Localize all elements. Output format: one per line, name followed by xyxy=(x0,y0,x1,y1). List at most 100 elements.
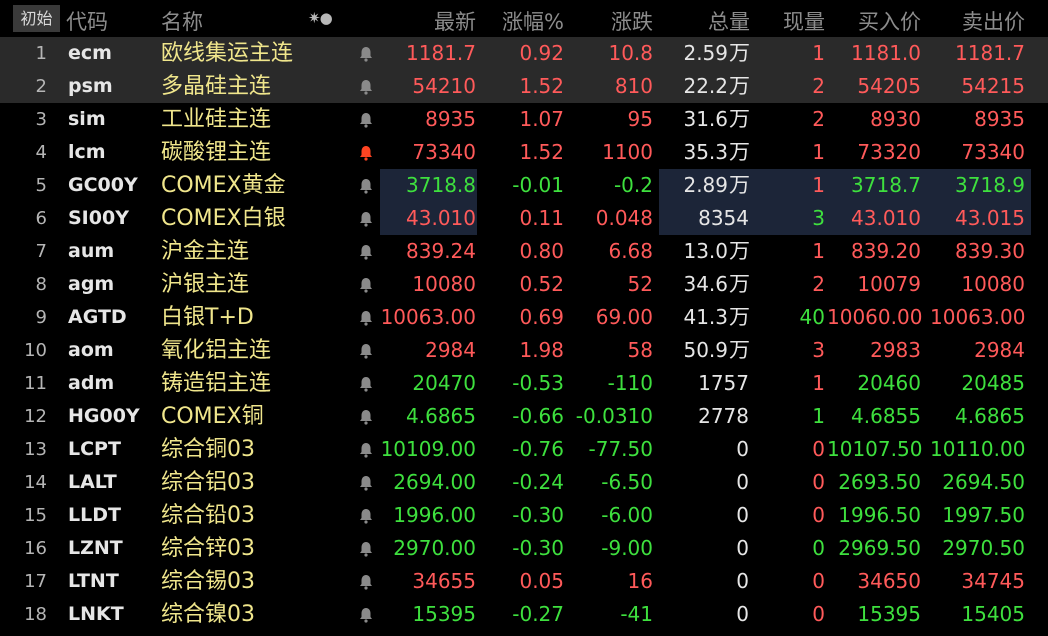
last-price: 8935 xyxy=(425,107,476,131)
ask-price: 73340 xyxy=(961,140,1025,164)
table-row[interactable]: 14 LALT 综合铝03 2694.00 -0.24 -6.50 0 0 2693.50 269… xyxy=(0,466,1048,499)
volume-value: 50.9 xyxy=(683,338,728,362)
current-volume: 1 xyxy=(812,41,825,65)
table-row[interactable]: 12 HG00Y COMEX铜 4.6865 -0.66 -0.0310 2778 1 4.68… xyxy=(0,400,1048,433)
total-volume: 13.0万 xyxy=(658,235,750,268)
change-amount: 58 xyxy=(627,338,653,362)
current-volume: 0 xyxy=(812,503,825,527)
table-row[interactable]: 18 LNKT 综合镍03 15395 -0.27 -41 0 0 15395 15405 xyxy=(0,598,1048,631)
table-row[interactable]: 17 LTNT 综合锡03 34655 0.05 16 0 0 34650 34745 xyxy=(0,565,1048,598)
alert-bell-icon[interactable] xyxy=(358,466,378,499)
init-button[interactable]: 初始 xyxy=(13,5,60,32)
col-header-cur[interactable]: 现量 xyxy=(755,6,825,36)
alert-bell-icon[interactable] xyxy=(358,268,378,301)
alert-bell-icon[interactable] xyxy=(358,565,378,598)
alert-bell-icon[interactable] xyxy=(358,136,378,169)
row-number: 5 xyxy=(35,175,47,196)
volume-value: 8354 xyxy=(698,206,749,230)
table-row[interactable]: 4 lcm 碳酸锂主连 73340 1.52 1100 35.3万 1 73320 73340 xyxy=(0,136,1048,169)
ask-price: 2984 xyxy=(974,338,1025,362)
table-row[interactable]: 6 SI00Y COMEX白银 43.010 0.11 0.048 8354 3 43.010 4… xyxy=(0,202,1048,235)
table-row[interactable]: 8 agm 沪银主连 10080 0.52 52 34.6万 2 10079 10080 xyxy=(0,268,1048,301)
table-row[interactable]: 11 adm 铸造铝主连 20470 -0.53 -110 1757 1 20460 20485 xyxy=(0,367,1048,400)
row-number: 2 xyxy=(35,76,47,97)
col-header-vol[interactable]: 总量 xyxy=(658,6,750,36)
last-price: 1996.00 xyxy=(393,503,476,527)
table-row[interactable]: 3 sim 工业硅主连 8935 1.07 95 31.6万 2 8930 8935 xyxy=(0,103,1048,136)
last-price: 34655 xyxy=(412,569,476,593)
alert-bell-icon[interactable] xyxy=(358,598,378,631)
alert-bell-icon[interactable] xyxy=(358,433,378,466)
volume-value: 0 xyxy=(736,602,749,626)
current-volume: 1 xyxy=(812,173,825,197)
alert-bell-icon[interactable] xyxy=(358,103,378,136)
change-amount: 10.8 xyxy=(608,41,653,65)
table-row[interactable]: 9 AGTD 白银T+D 10063.00 0.69 69.00 41.3万 40 10060.… xyxy=(0,301,1048,334)
alert-bell-icon[interactable] xyxy=(358,202,378,235)
contract-code: LZNT xyxy=(68,537,123,559)
change-amount: -0.0310 xyxy=(575,404,653,428)
volume-value: 2.59 xyxy=(683,41,728,65)
current-volume: 3 xyxy=(812,206,825,230)
col-header-code[interactable]: 代码 xyxy=(66,6,108,36)
last-price: 54210 xyxy=(412,74,476,98)
ask-price: 43.015 xyxy=(955,206,1025,230)
table-row[interactable]: 16 LZNT 综合锌03 2970.00 -0.30 -9.00 0 0 2969.50 297… xyxy=(0,532,1048,565)
change-percent: 0.80 xyxy=(519,239,564,263)
last-price: 2970.00 xyxy=(393,536,476,560)
alert-bell-icon[interactable] xyxy=(358,37,378,70)
col-header-pct[interactable]: 涨幅% xyxy=(482,6,564,36)
alert-bell-icon[interactable] xyxy=(358,334,378,367)
contract-name: 沪银主连 xyxy=(161,272,250,297)
col-header-name[interactable]: 名称 xyxy=(161,6,203,36)
table-row[interactable]: 1 ecm 欧线集运主连 1181.7 0.92 10.8 2.59万 1 1181.0 1181… xyxy=(0,37,1048,70)
change-amount: 16 xyxy=(627,569,653,593)
contract-name: 多晶硅主连 xyxy=(161,74,272,99)
alert-bell-icon[interactable] xyxy=(358,169,378,202)
alert-bell-icon[interactable] xyxy=(358,70,378,103)
alert-bell-icon[interactable] xyxy=(358,301,378,334)
current-volume: 0 xyxy=(812,536,825,560)
change-percent: -0.76 xyxy=(512,437,564,461)
table-row[interactable]: 15 LLDT 综合铅03 1996.00 -0.30 -6.00 0 0 1996.50 199… xyxy=(0,499,1048,532)
volume-unit: 万 xyxy=(729,74,750,98)
contract-code: aum xyxy=(68,240,115,262)
table-row[interactable]: 5 GC00Y COMEX黄金 3718.8 -0.01 -0.2 2.89万 1 3718.7… xyxy=(0,169,1048,202)
volume-value: 2778 xyxy=(698,404,749,428)
column-settings-icon[interactable]: ✷● xyxy=(308,9,333,27)
current-volume: 2 xyxy=(812,272,825,296)
bid-price: 2693.50 xyxy=(838,470,921,494)
last-price: 3718.8 xyxy=(406,173,476,197)
alert-bell-icon[interactable] xyxy=(358,400,378,433)
row-number: 15 xyxy=(24,505,47,526)
total-volume: 31.6万 xyxy=(658,103,750,136)
change-percent: 1.98 xyxy=(519,338,564,362)
col-header-bid[interactable]: 买入价 xyxy=(827,6,921,36)
total-volume: 2778 xyxy=(658,400,750,433)
current-volume: 0 xyxy=(812,602,825,626)
col-header-ask[interactable]: 卖出价 xyxy=(930,6,1025,36)
alert-bell-icon[interactable] xyxy=(358,235,378,268)
contract-code: LCPT xyxy=(68,438,121,460)
change-percent: 0.11 xyxy=(519,206,564,230)
current-volume: 1 xyxy=(812,140,825,164)
volume-value: 13.0 xyxy=(683,239,728,263)
table-row[interactable]: 10 aom 氧化铝主连 2984 1.98 58 50.9万 3 2983 2984 xyxy=(0,334,1048,367)
alert-bell-icon[interactable] xyxy=(358,499,378,532)
volume-unit: 万 xyxy=(729,239,750,263)
contract-code: LTNT xyxy=(68,570,119,592)
alert-bell-icon[interactable] xyxy=(358,532,378,565)
table-row[interactable]: 13 LCPT 综合铜03 10109.00 -0.76 -77.50 0 0 10107.50… xyxy=(0,433,1048,466)
col-header-last[interactable]: 最新 xyxy=(380,6,476,36)
volume-unit: 万 xyxy=(729,140,750,164)
change-percent: 1.07 xyxy=(519,107,564,131)
table-row[interactable]: 7 aum 沪金主连 839.24 0.80 6.68 13.0万 1 839.20 839.30 xyxy=(0,235,1048,268)
alert-bell-icon[interactable] xyxy=(358,367,378,400)
total-volume: 22.2万 xyxy=(658,70,750,103)
total-volume: 0 xyxy=(658,565,750,598)
last-price: 10109.00 xyxy=(380,437,476,461)
total-volume: 2.89万 xyxy=(658,169,750,202)
contract-name: 综合锌03 xyxy=(161,536,255,561)
table-row[interactable]: 2 psm 多晶硅主连 54210 1.52 810 22.2万 2 54205 54215 xyxy=(0,70,1048,103)
col-header-chg[interactable]: 涨跌 xyxy=(570,6,653,36)
